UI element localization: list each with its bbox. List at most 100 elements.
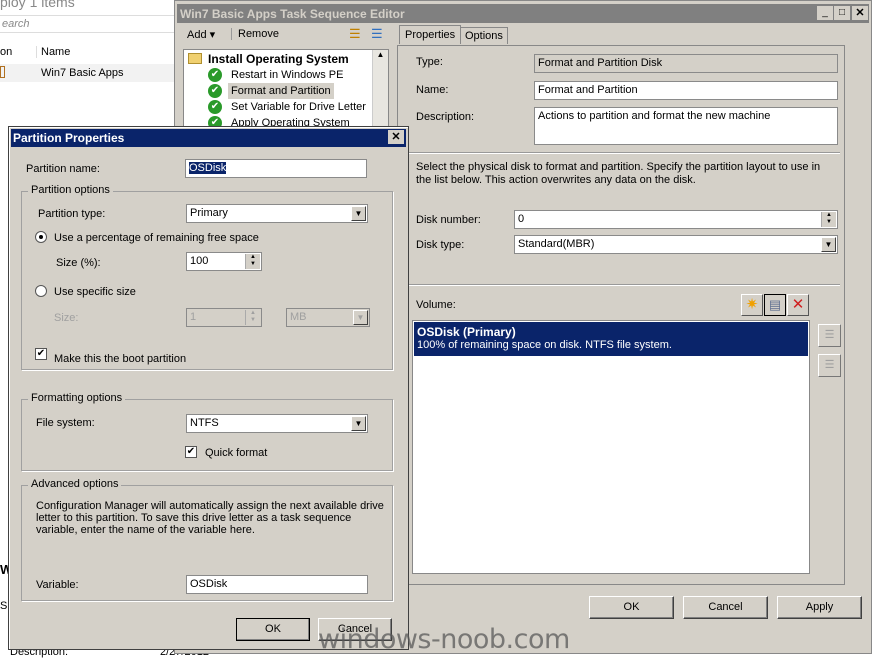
minimize-icon[interactable]: _ <box>817 6 833 20</box>
apply-button[interactable]: Apply <box>777 596 862 619</box>
size-value: 1 <box>190 311 197 323</box>
task-sequence-icon <box>0 66 5 78</box>
editor-title: Win7 Basic Apps Task Sequence Editor <box>180 7 405 21</box>
divider <box>404 152 840 154</box>
description-input[interactable]: Actions to partition and format the new … <box>534 107 838 145</box>
variable-input[interactable]: OSDisk <box>186 575 368 594</box>
row-name: Win7 Basic Apps <box>41 67 124 79</box>
size-unit-select[interactable]: MB ▼ <box>286 308 370 327</box>
tab-options[interactable]: Options <box>460 27 508 44</box>
tree-item-label: Restart in Windows PE <box>231 69 344 81</box>
partition-name-value: OSDisk <box>189 162 227 174</box>
move-down-icon[interactable]: ☰ <box>371 26 383 42</box>
chevron-down-icon[interactable]: ▼ <box>821 237 836 252</box>
close-icon[interactable]: ✕ <box>388 130 404 144</box>
disk-number-label: Disk number: <box>416 214 481 226</box>
file-system-value: NTFS <box>190 417 219 429</box>
volume-properties-button[interactable]: ▤ <box>764 294 786 316</box>
advanced-options-group: Advanced options Configuration Manager w… <box>21 478 393 601</box>
partition-name-label: Partition name: <box>26 163 100 175</box>
size-label: Size: <box>54 312 79 324</box>
task-tree: Install Operating System ✔ Restart in Win… <box>183 49 389 130</box>
check-icon: ✔ <box>208 68 222 82</box>
tree-item-label: Format and Partition <box>231 85 331 97</box>
volume-item-selected[interactable]: OSDisk (Primary) 100% of remaining space… <box>414 322 808 356</box>
partition-properties-dialog: Partition Properties ✕ Partition name: O… <box>8 126 409 650</box>
ok-button[interactable]: OK <box>236 618 310 641</box>
quick-format-label[interactable]: Quick format <box>205 447 267 459</box>
search-input[interactable]: earch <box>0 15 175 33</box>
disk-type-select[interactable]: Standard(MBR) ▼ <box>514 235 838 254</box>
file-system-select[interactable]: NTFS ▼ <box>186 414 368 433</box>
size-pct-label: Size (%): <box>56 257 101 269</box>
tree-item-label: Set Variable for Drive Letter <box>231 101 366 113</box>
boot-partition-checkbox[interactable]: ✔ <box>35 348 47 360</box>
delete-volume-button[interactable]: ✕ <box>787 294 809 316</box>
tree-item[interactable]: ✔ Set Variable for Drive Letter <box>208 99 369 115</box>
partition-options-group: Partition options Partition type: Primar… <box>21 184 393 370</box>
disk-type-label: Disk type: <box>416 239 465 251</box>
column-header-name[interactable]: Name <box>36 46 70 58</box>
tab-properties[interactable]: Properties <box>399 25 462 44</box>
volume-title: OSDisk (Primary) <box>417 325 516 339</box>
specific-size-radio-label[interactable]: Use specific size <box>54 286 136 298</box>
name-label: Name: <box>416 84 449 96</box>
close-icon[interactable]: ✕ <box>852 6 868 20</box>
spinner-icon[interactable]: ▲ ▼ <box>821 212 836 227</box>
partition-type-value: Primary <box>190 207 228 219</box>
spinner-icon[interactable]: ▲ ▼ <box>245 254 260 269</box>
dialog-title-bar: Partition Properties ✕ <box>11 129 406 147</box>
description-text: Actions to partition and format the new … <box>538 110 771 122</box>
cancel-button[interactable]: Cancel <box>683 596 768 619</box>
boot-partition-label[interactable]: Make this the boot partition <box>54 353 186 365</box>
info-text: Select the physical disk to format and p… <box>416 161 821 186</box>
dialog-title: Partition Properties <box>13 131 125 145</box>
group-label: Advanced options <box>28 478 122 490</box>
ok-button[interactable]: OK <box>589 596 674 619</box>
items-header: ploy 1 items <box>0 0 75 10</box>
name-input[interactable]: Format and Partition <box>534 81 838 100</box>
list-row[interactable]: Win7 Basic Apps <box>0 64 175 82</box>
size-pct-input[interactable]: 100 ▲ ▼ <box>186 252 262 271</box>
percentage-radio[interactable] <box>35 231 47 243</box>
watermark: windows-noob.com <box>318 624 570 655</box>
chevron-down-icon[interactable]: ▼ <box>353 310 368 325</box>
size-unit-value: MB <box>290 311 307 323</box>
specific-size-radio[interactable] <box>35 285 47 297</box>
percentage-radio-label[interactable]: Use a percentage of remaining free space <box>54 232 259 244</box>
type-label: Type: <box>416 56 443 68</box>
volume-list: OSDisk (Primary) 100% of remaining space… <box>412 320 810 574</box>
size-input[interactable]: 1 ▲ ▼ <box>186 308 262 327</box>
folder-icon <box>188 53 202 64</box>
chevron-down-icon[interactable]: ▼ <box>351 206 366 221</box>
file-system-label: File system: <box>36 417 95 429</box>
maximize-icon[interactable]: □ <box>834 6 850 20</box>
add-button[interactable]: Add ▾ <box>187 28 215 41</box>
partition-name-input[interactable]: OSDisk <box>185 159 367 178</box>
disk-number-input[interactable]: 0 ▲ ▼ <box>514 210 838 229</box>
tree-item-selected[interactable]: ✔ Format and Partition <box>208 83 334 99</box>
add-label: Add <box>187 29 207 41</box>
tree-scrollbar[interactable]: ▲ <box>372 50 388 128</box>
formatting-options-group: Formatting options File system: NTFS ▼ ✔ … <box>21 392 393 471</box>
column-header-icon[interactable]: on <box>0 46 12 58</box>
chevron-down-icon[interactable]: ▼ <box>351 416 366 431</box>
tree-item[interactable]: ✔ Restart in Windows PE <box>208 67 346 83</box>
volume-label: Volume: <box>416 299 456 311</box>
move-up-icon[interactable]: ☰ <box>818 324 841 347</box>
type-field: Format and Partition Disk <box>534 54 838 73</box>
quick-format-checkbox[interactable]: ✔ <box>185 446 197 458</box>
tree-group[interactable]: Install Operating System <box>208 52 349 66</box>
partition-type-select[interactable]: Primary ▼ <box>186 204 368 223</box>
move-up-icon[interactable]: ☰ <box>349 26 361 42</box>
spinner-icon[interactable]: ▲ ▼ <box>245 310 260 325</box>
description-label: Description: <box>416 111 475 123</box>
remove-button[interactable]: Remove <box>231 28 279 40</box>
toolbar: Add ▾ Remove ☰ ☰ <box>181 25 391 45</box>
new-volume-button[interactable]: ✷ <box>741 294 763 316</box>
divider <box>404 284 840 286</box>
move-down-icon[interactable]: ☰ <box>818 354 841 377</box>
disk-number-value: 0 <box>518 213 525 225</box>
variable-label: Variable: <box>36 579 79 591</box>
check-icon: ✔ <box>208 100 222 114</box>
